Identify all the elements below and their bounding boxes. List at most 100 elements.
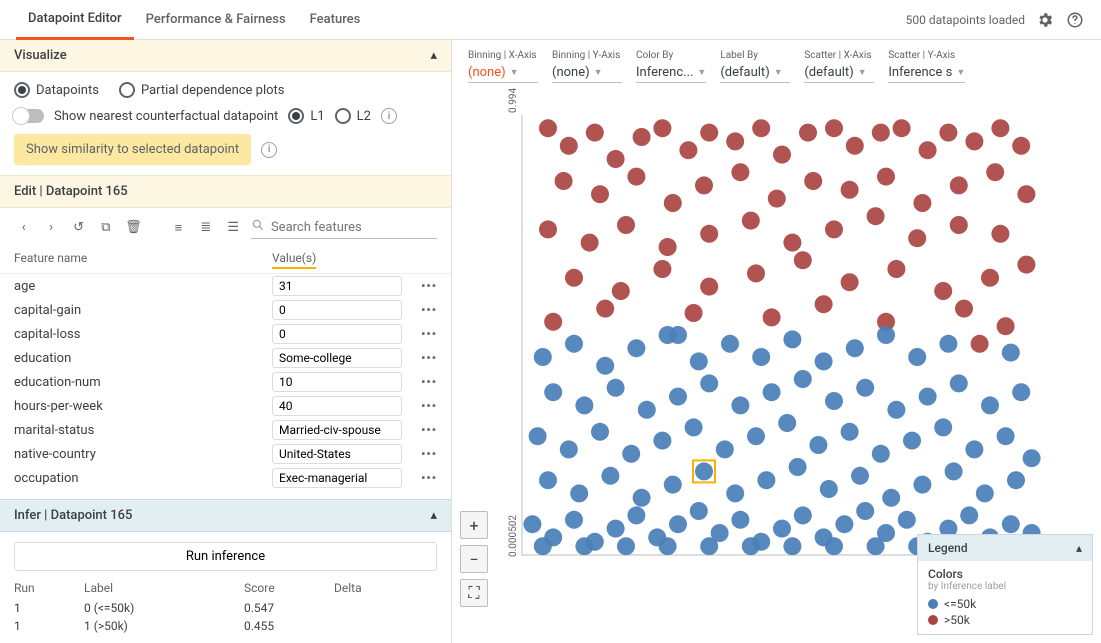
delete-icon[interactable]: 🗑 xyxy=(124,218,143,238)
data-point[interactable] xyxy=(700,374,718,392)
data-point[interactable] xyxy=(627,168,645,186)
data-point[interactable] xyxy=(835,515,853,533)
data-point[interactable] xyxy=(991,225,1009,243)
more-icon[interactable]: ••• xyxy=(421,279,437,293)
control-select[interactable]: (none) ▼ xyxy=(552,63,622,83)
data-point[interactable] xyxy=(841,423,859,441)
data-point[interactable] xyxy=(742,537,760,555)
data-point[interactable] xyxy=(539,471,557,489)
tab-performance-fairness[interactable]: Performance & Fairness xyxy=(134,0,298,40)
reset-icon[interactable]: ↺ xyxy=(69,218,88,238)
data-point[interactable] xyxy=(950,216,968,234)
data-point[interactable] xyxy=(1017,185,1035,203)
info-icon[interactable]: i xyxy=(261,142,277,158)
next-datapoint-icon[interactable]: › xyxy=(41,218,60,238)
data-point[interactable] xyxy=(789,458,807,476)
data-point[interactable] xyxy=(965,440,983,458)
control-select[interactable]: (default) ▼ xyxy=(720,63,790,83)
data-point[interactable] xyxy=(783,234,801,252)
data-point[interactable] xyxy=(565,335,583,353)
data-point[interactable] xyxy=(934,282,952,300)
counterfactual-toggle[interactable] xyxy=(14,109,44,123)
zoom-in-button[interactable]: + xyxy=(460,511,488,539)
control-select[interactable]: Inference s ▼ xyxy=(888,63,965,83)
data-point[interactable] xyxy=(617,537,635,555)
data-point[interactable] xyxy=(981,269,999,287)
feature-value-input[interactable] xyxy=(272,396,402,416)
data-point[interactable] xyxy=(799,124,817,142)
data-point[interactable] xyxy=(877,326,895,344)
data-point[interactable] xyxy=(1017,256,1035,274)
data-point[interactable] xyxy=(721,335,739,353)
data-point[interactable] xyxy=(581,234,599,252)
data-point[interactable] xyxy=(976,484,994,502)
data-point[interactable] xyxy=(887,260,905,278)
data-point[interactable] xyxy=(731,396,749,414)
data-point[interactable] xyxy=(544,313,562,331)
radio-l1[interactable]: L1 xyxy=(288,108,324,124)
data-point[interactable] xyxy=(633,489,651,507)
data-point[interactable] xyxy=(700,225,718,243)
data-point[interactable] xyxy=(908,348,926,366)
data-point[interactable] xyxy=(919,141,937,159)
data-point[interactable] xyxy=(997,427,1015,445)
data-point[interactable] xyxy=(529,427,547,445)
data-point[interactable] xyxy=(664,476,682,494)
control-select[interactable]: Inferenc... ▼ xyxy=(636,63,706,83)
data-point[interactable] xyxy=(939,124,957,142)
fullscreen-button[interactable]: ⛶ xyxy=(460,579,488,607)
data-point[interactable] xyxy=(659,537,677,555)
data-point[interactable] xyxy=(763,308,781,326)
data-point[interactable] xyxy=(820,480,838,498)
more-icon[interactable]: ••• xyxy=(421,423,437,437)
data-point[interactable] xyxy=(539,220,557,238)
data-point[interactable] xyxy=(986,163,1004,181)
data-point[interactable] xyxy=(575,396,593,414)
copy-icon[interactable]: ⧉ xyxy=(96,218,115,238)
data-point[interactable] xyxy=(1007,471,1025,489)
feature-value-input[interactable] xyxy=(272,468,402,488)
data-point[interactable] xyxy=(627,339,645,357)
data-point[interactable] xyxy=(695,462,713,480)
data-point[interactable] xyxy=(825,119,843,137)
data-point[interactable] xyxy=(913,476,931,494)
data-point[interactable] xyxy=(653,260,671,278)
data-point[interactable] xyxy=(768,190,786,208)
data-point[interactable] xyxy=(653,432,671,450)
data-point[interactable] xyxy=(867,207,885,225)
zoom-out-button[interactable]: − xyxy=(460,545,488,573)
data-point[interactable] xyxy=(607,150,625,168)
data-point[interactable] xyxy=(971,335,989,353)
data-point[interactable] xyxy=(659,238,677,256)
more-icon[interactable]: ••• xyxy=(421,327,437,341)
data-point[interactable] xyxy=(794,506,812,524)
feature-value-input[interactable] xyxy=(272,324,402,344)
search-features-input[interactable] xyxy=(271,220,437,235)
data-point[interactable] xyxy=(747,264,765,282)
data-point[interactable] xyxy=(1012,383,1030,401)
help-icon[interactable] xyxy=(1065,10,1085,30)
data-point[interactable] xyxy=(534,537,552,555)
data-point[interactable] xyxy=(773,146,791,164)
data-point[interactable] xyxy=(815,295,833,313)
data-point[interactable] xyxy=(700,537,718,555)
data-point[interactable] xyxy=(591,423,609,441)
more-icon[interactable]: ••• xyxy=(421,303,437,317)
data-point[interactable] xyxy=(700,278,718,296)
data-point[interactable] xyxy=(804,172,822,190)
tab-datapoint-editor[interactable]: Datapoint Editor xyxy=(16,0,134,40)
data-point[interactable] xyxy=(664,194,682,212)
data-point[interactable] xyxy=(560,440,578,458)
data-point[interactable] xyxy=(955,300,973,318)
data-point[interactable] xyxy=(794,370,812,388)
run-inference-button[interactable]: Run inference xyxy=(14,542,437,571)
data-point[interactable] xyxy=(575,537,593,555)
gear-icon[interactable] xyxy=(1035,10,1055,30)
data-point[interactable] xyxy=(1023,449,1041,467)
more-icon[interactable]: ••• xyxy=(421,471,437,485)
data-point[interactable] xyxy=(565,269,583,287)
data-point[interactable] xyxy=(846,137,864,155)
data-point[interactable] xyxy=(601,467,619,485)
data-point[interactable] xyxy=(726,484,744,502)
feature-value-input[interactable] xyxy=(272,444,402,464)
